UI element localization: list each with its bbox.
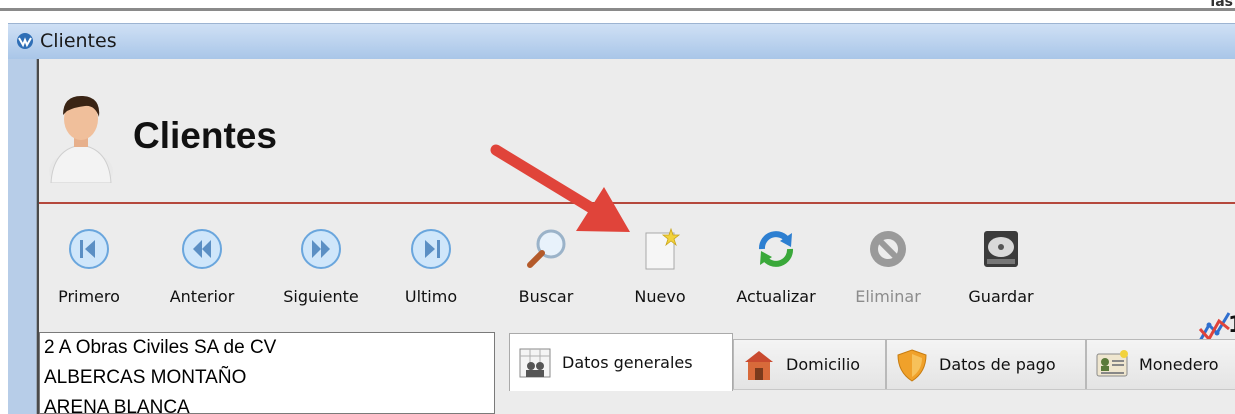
refresh-button[interactable]: Actualizar bbox=[727, 219, 825, 319]
clients-list[interactable]: 2 A Obras Civiles SA de CV ALBERCAS MONT… bbox=[39, 332, 495, 414]
tab-label: Datos generales bbox=[562, 353, 693, 372]
search-label: Buscar bbox=[518, 287, 574, 306]
people-grid-icon bbox=[519, 348, 551, 377]
tab-strip: Datos generales Domicilio Datos de pago … bbox=[509, 333, 1235, 391]
new-label: Nuevo bbox=[634, 287, 686, 306]
app-icon bbox=[17, 33, 33, 49]
fast-forward-icon bbox=[301, 229, 341, 269]
last-button[interactable]: Ultimo bbox=[396, 219, 466, 319]
save-button[interactable]: Guardar bbox=[961, 219, 1041, 319]
list-item[interactable]: ALBERCAS MONTAÑO bbox=[40, 363, 494, 393]
prohibited-icon bbox=[870, 231, 906, 267]
tab-datos-de-pago[interactable]: Datos de pago bbox=[886, 339, 1086, 389]
tab-panel: Datos generales Domicilio Datos de pago … bbox=[509, 333, 1235, 414]
shield-icon bbox=[897, 348, 927, 382]
disk-drive-icon bbox=[984, 231, 1018, 267]
delete-label: Eliminar bbox=[855, 287, 921, 306]
magnifier-icon bbox=[527, 229, 566, 268]
save-label: Guardar bbox=[968, 287, 1034, 306]
window-frame-left bbox=[8, 59, 37, 414]
skip-first-icon bbox=[69, 229, 109, 269]
new-document-icon bbox=[645, 227, 681, 270]
header: Clientes bbox=[39, 59, 1235, 202]
id-card-icon bbox=[1096, 349, 1128, 376]
tab-label: Datos de pago bbox=[939, 355, 1056, 374]
refresh-label: Actualizar bbox=[736, 287, 816, 306]
previous-label: Anterior bbox=[169, 287, 235, 306]
first-label: Primero bbox=[58, 287, 120, 306]
content-panel: Clientes Primero Anterior Siguiente Ulti… bbox=[37, 59, 1235, 414]
tab-label: Monedero bbox=[1139, 355, 1219, 374]
user-avatar-icon bbox=[49, 95, 113, 183]
corner-text: ias bbox=[1210, 0, 1233, 10]
tab-label: Domicilio bbox=[786, 355, 861, 374]
delete-button[interactable]: Eliminar bbox=[847, 219, 929, 319]
next-label: Siguiente bbox=[283, 287, 359, 306]
tab-monedero[interactable]: Monedero bbox=[1086, 339, 1235, 389]
next-button[interactable]: Siguiente bbox=[278, 219, 364, 319]
list-item[interactable]: 2 A Obras Civiles SA de CV bbox=[40, 333, 494, 363]
tab-content bbox=[509, 389, 1235, 414]
last-label: Ultimo bbox=[404, 287, 458, 306]
header-separator bbox=[39, 202, 1235, 204]
rewind-icon bbox=[182, 229, 222, 269]
clientes-window: Clientes Clientes Primero Anterior Sigui… bbox=[8, 11, 1235, 414]
title-bar[interactable]: Clientes bbox=[8, 23, 1235, 59]
refresh-icon bbox=[759, 231, 793, 267]
previous-button[interactable]: Anterior bbox=[165, 219, 239, 319]
window-title: Clientes bbox=[40, 30, 117, 52]
new-button[interactable]: Nuevo bbox=[625, 219, 695, 319]
toolbar: Primero Anterior Siguiente Ultimo Buscar… bbox=[39, 207, 1235, 327]
skip-last-icon bbox=[411, 229, 451, 269]
search-button[interactable]: Buscar bbox=[511, 219, 581, 319]
first-button[interactable]: Primero bbox=[53, 219, 125, 319]
tab-domicilio[interactable]: Domicilio bbox=[733, 339, 886, 389]
list-item[interactable]: ARENA BLANCA bbox=[40, 393, 494, 413]
page-title: Clientes bbox=[133, 115, 277, 156]
house-icon bbox=[745, 350, 773, 380]
tab-datos-generales[interactable]: Datos generales bbox=[509, 333, 733, 391]
